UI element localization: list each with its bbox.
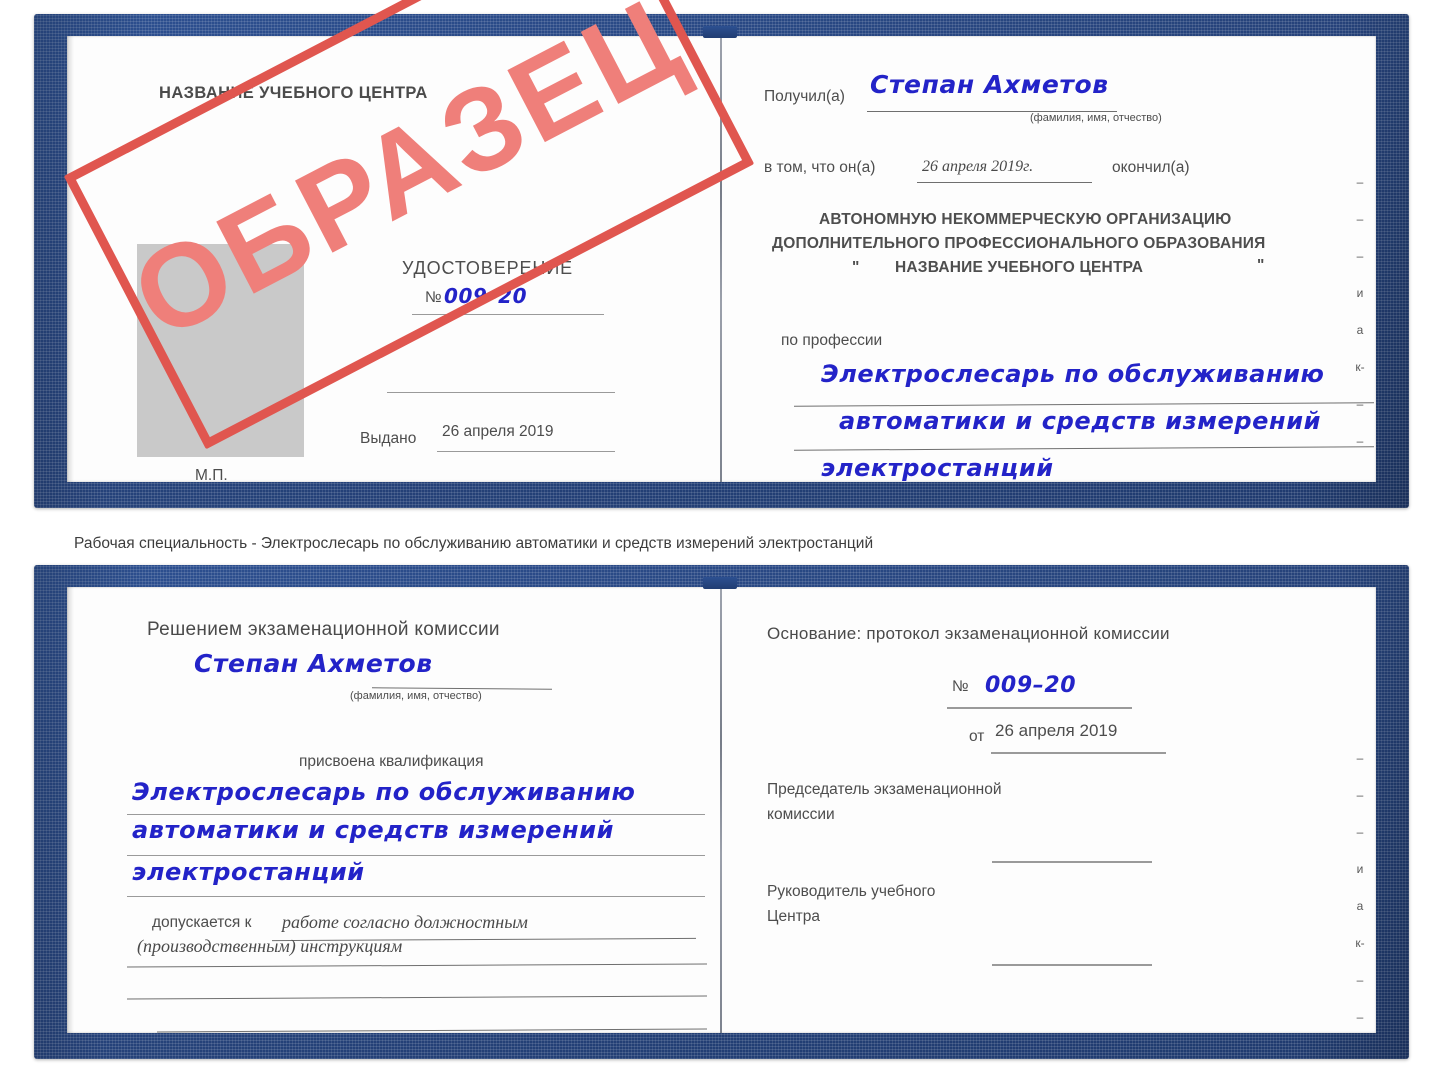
edge-mark: – bbox=[1356, 434, 1364, 448]
profession-line1-top: Электрослесарь по обслуживанию bbox=[821, 360, 1325, 388]
number-label-top: № bbox=[425, 289, 442, 306]
admitted-value-line2: (производственным) инструкциям bbox=[137, 936, 403, 956]
protocol-number-label: № bbox=[952, 678, 969, 695]
page-gutter-shadow bbox=[67, 36, 74, 482]
profession-label-top: по профессии bbox=[781, 332, 883, 349]
profession-line3-top: электростанций bbox=[821, 454, 1054, 482]
certificate-title-top: УДОСТОВЕРЕНИЕ bbox=[402, 258, 574, 278]
decision-title: Решением экзаменационной комиссии bbox=[147, 619, 500, 640]
page-edge-marks-bottom: – – – и а к- – – bbox=[1349, 752, 1371, 1048]
admitted-rule4 bbox=[157, 1028, 707, 1033]
profession-rule2-top bbox=[794, 446, 1374, 451]
edge-mark: и bbox=[1356, 862, 1364, 876]
protocol-date-value: 26 апреля 2019 bbox=[995, 721, 1118, 740]
qualification-rule1 bbox=[127, 814, 705, 815]
bottom-certificate: Решением экзаменационной комиссии Степан… bbox=[34, 565, 1409, 1059]
chairman-line1: Председатель экзаменационной bbox=[767, 781, 1002, 798]
edge-mark: – bbox=[1356, 175, 1364, 189]
admitted-rule3 bbox=[127, 995, 707, 1000]
edge-mark: – bbox=[1356, 825, 1364, 839]
profession-line2-top: автоматики и средств измерений bbox=[839, 407, 1322, 435]
org-quote-close-top: " bbox=[1257, 257, 1265, 274]
edge-mark: – bbox=[1356, 249, 1364, 263]
edge-mark: – bbox=[1356, 788, 1364, 802]
head-signature-rule bbox=[992, 964, 1152, 966]
number-value-top: 009–20 bbox=[444, 284, 528, 308]
received-value-top: Степан Ахметов bbox=[870, 70, 1109, 99]
received-label-top: Получил(а) bbox=[764, 88, 845, 105]
book-spine-bottom bbox=[720, 587, 722, 1033]
qualification-line2: автоматики и средств измерений bbox=[132, 816, 615, 844]
seal-label-top: М.П. bbox=[195, 467, 228, 484]
org-line2-top: ДОПОЛНИТЕЛЬНОГО ПРОФЕССИОНАЛЬНОГО ОБРАЗО… bbox=[772, 235, 1266, 252]
top-certificate: НАЗВАНИЕ УЧЕБНОГО ЦЕНТРА УДОСТОВЕРЕНИЕ №… bbox=[34, 14, 1409, 508]
page-edge-marks-top: – – – и а к- – – bbox=[1349, 176, 1371, 472]
qualification-rule3 bbox=[127, 896, 705, 897]
protocol-date-rule bbox=[991, 752, 1166, 754]
book-spine-top bbox=[720, 36, 722, 482]
admitted-value-line1: работе согласно должностным bbox=[282, 912, 528, 932]
qualification-line3: электростанций bbox=[132, 858, 365, 886]
page-gutter-shadow bbox=[67, 587, 74, 1033]
edge-mark: к- bbox=[1355, 936, 1365, 950]
head-line2: Центра bbox=[767, 908, 820, 925]
edge-mark: – bbox=[1356, 397, 1364, 411]
chairman-line2: комиссии bbox=[767, 806, 835, 823]
admitted-label: допускается к bbox=[152, 914, 252, 931]
protocol-date-label: от bbox=[969, 728, 985, 745]
blank-rule-top bbox=[387, 392, 615, 393]
edge-mark: а bbox=[1356, 899, 1364, 913]
decision-name-value: Степан Ахметов bbox=[194, 649, 433, 678]
left-page-header-top: НАЗВАНИЕ УЧЕБНОГО ЦЕНТРА bbox=[159, 84, 428, 102]
chairman-signature-rule bbox=[992, 861, 1152, 863]
edge-mark: – bbox=[1356, 1010, 1364, 1024]
page-caption: Рабочая специальность - Электрослесарь п… bbox=[74, 535, 874, 552]
protocol-number-value: 009–20 bbox=[985, 673, 1077, 698]
photo-placeholder bbox=[137, 244, 304, 457]
protocol-number-rule bbox=[947, 707, 1132, 709]
number-rule-top bbox=[412, 314, 604, 315]
edge-mark: и bbox=[1356, 286, 1364, 300]
head-line1: Руководитель учебного bbox=[767, 883, 936, 900]
certificate-pages-bottom: Решением экзаменационной комиссии Степан… bbox=[67, 587, 1376, 1033]
org-line3-top: НАЗВАНИЕ УЧЕБНОГО ЦЕНТРА bbox=[895, 259, 1144, 276]
issued-rule-top bbox=[437, 451, 615, 452]
edge-mark: – bbox=[1356, 212, 1364, 226]
org-line1-top: АВТОНОМНУЮ НЕКОММЕРЧЕСКУЮ ОРГАНИЗАЦИЮ bbox=[819, 211, 1232, 228]
issued-label-top: Выдано bbox=[360, 430, 417, 447]
edge-mark: – bbox=[1356, 751, 1364, 765]
basis-label: Основание: протокол экзаменационной коми… bbox=[767, 624, 1170, 643]
qualification-rule2 bbox=[127, 855, 705, 856]
spine-tab-bottom bbox=[703, 577, 737, 589]
in-that-value-top: 26 апреля 2019г. bbox=[922, 158, 1034, 175]
admitted-rule2 bbox=[127, 963, 707, 968]
in-that-rule-top bbox=[917, 182, 1092, 183]
finished-label-top: окончил(а) bbox=[1112, 159, 1190, 176]
edge-mark: – bbox=[1356, 973, 1364, 987]
fio-hint-bottom: (фамилия, имя, отчество) bbox=[350, 690, 482, 702]
qualification-label: присвоена квалификация bbox=[299, 753, 484, 770]
certificate-pages-top: НАЗВАНИЕ УЧЕБНОГО ЦЕНТРА УДОСТОВЕРЕНИЕ №… bbox=[67, 36, 1376, 484]
in-that-label-top: в том, что он(а) bbox=[764, 159, 876, 176]
fio-hint-top: (фамилия, имя, отчество) bbox=[1030, 112, 1162, 124]
qualification-line1: Электрослесарь по обслуживанию bbox=[132, 778, 636, 806]
issued-value-top: 26 апреля 2019 bbox=[442, 423, 554, 440]
edge-mark: а bbox=[1356, 323, 1364, 337]
spine-tab-top bbox=[703, 26, 737, 38]
org-quote-open-top: " bbox=[852, 259, 860, 276]
edge-mark: к- bbox=[1355, 360, 1365, 374]
